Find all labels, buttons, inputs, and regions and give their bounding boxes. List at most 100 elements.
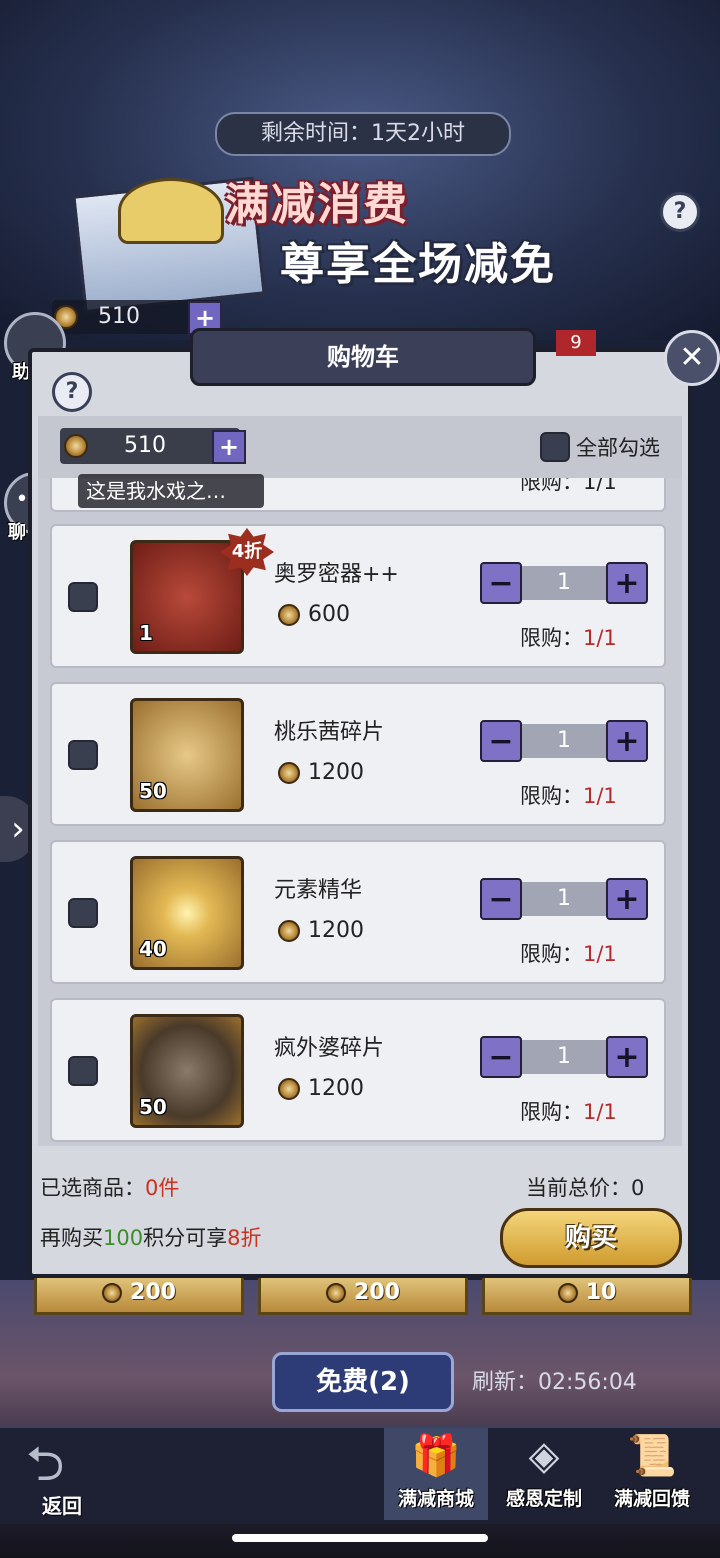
purchase-limit: 限购：1/1 — [520, 780, 617, 810]
limit-value: 1/1 — [583, 626, 617, 650]
list-item: 40 元素精华 1200 − 1 + 限购：1/1 — [50, 840, 666, 984]
quantity-value: 1 — [522, 724, 606, 758]
item-checkbox[interactable] — [68, 1056, 98, 1086]
limit-value: 1/1 — [583, 784, 617, 808]
quantity-value: 1 — [522, 882, 606, 916]
item-image[interactable]: 50 — [130, 1014, 244, 1128]
increase-button[interactable]: + — [606, 878, 648, 920]
item-count: 40 — [139, 937, 167, 961]
item-name: 元素精华 — [274, 878, 363, 903]
item-checkbox[interactable] — [68, 740, 98, 770]
limit-value: 1/1 — [583, 1100, 617, 1124]
item-price-value: 600 — [308, 602, 350, 627]
coin-icon — [326, 1283, 347, 1303]
item-price: 1200 — [278, 1076, 364, 1101]
quantity-value: 1 — [522, 566, 606, 600]
item-count: 1 — [139, 621, 153, 645]
tab-manjian-shop[interactable]: 🎁 满减商城 — [384, 1428, 488, 1520]
coin-icon — [278, 1078, 300, 1100]
item-image[interactable]: 50 — [130, 698, 244, 812]
list-item: 50 疯外婆碎片 1200 − 1 + 限购：1/1 — [50, 998, 666, 1142]
select-all-label: 全部勾选 — [576, 436, 660, 460]
limit-label: 限购： — [520, 942, 583, 966]
promo-prefix: 再购买 — [40, 1226, 103, 1250]
coin-icon — [278, 920, 300, 942]
item-price-value: 1200 — [308, 1076, 364, 1101]
shop-card-price-value: 200 — [130, 1280, 176, 1305]
quantity-stepper: − 1 + — [480, 1036, 648, 1080]
increase-button[interactable]: + — [606, 720, 648, 762]
shop-card-price: 200 — [34, 1278, 244, 1315]
item-image[interactable]: 1 — [130, 540, 244, 654]
promo-discount: 8折 — [227, 1226, 262, 1250]
limit-label: 限购： — [520, 626, 583, 650]
selected-value: 0件 — [145, 1176, 180, 1200]
limit-value: 1/1 — [583, 942, 617, 966]
item-price: 1200 — [278, 760, 364, 785]
back-icon[interactable]: ⮌ — [26, 1436, 64, 1492]
item-price: 600 — [278, 602, 350, 627]
tab-label: 满减回馈 — [613, 1488, 690, 1510]
coin-icon — [278, 604, 300, 626]
item-checkbox[interactable] — [68, 898, 98, 928]
banner-currency-amount: 510 — [98, 304, 140, 329]
banner-title-line1: 满减消费 — [225, 179, 409, 230]
partial-limit: 限购：1/1 — [520, 478, 617, 494]
quantity-value: 1 — [522, 1040, 606, 1074]
cart-currency-amount: 510 — [124, 433, 166, 458]
tab-label: 感恩定制 — [505, 1488, 582, 1510]
shop-card-price: 200 — [258, 1278, 468, 1315]
increase-button[interactable]: + — [606, 562, 648, 604]
total-label: 当前总价： — [526, 1176, 631, 1200]
shop-card-price: 10 — [482, 1278, 692, 1315]
item-price-value: 1200 — [308, 760, 364, 785]
notification-badge: 9 — [556, 330, 596, 356]
cart-add-currency-button[interactable]: + — [212, 430, 246, 464]
item-price: 1200 — [278, 918, 364, 943]
cart-help-icon[interactable]: ? — [52, 372, 92, 412]
decrease-button[interactable]: − — [480, 720, 522, 762]
tab-label: 满减商城 — [397, 1488, 474, 1510]
quantity-stepper: − 1 + — [480, 878, 648, 922]
list-item: 1 4折 奥罗密器++ 600 − 1 + 限购：1/1 — [50, 524, 666, 668]
list-item: 50 桃乐茜碎片 1200 − 1 + 限购：1/1 — [50, 682, 666, 826]
increase-button[interactable]: + — [606, 1036, 648, 1078]
item-name: 桃乐茜碎片 — [274, 720, 385, 745]
total-price: 当前总价：0 — [526, 1172, 644, 1202]
promo-points: 100 — [103, 1226, 144, 1250]
ribbon-icon — [118, 178, 224, 244]
chat-preview[interactable]: 这是我水戏之… — [78, 474, 264, 508]
promo-text: 再购买100积分可享8折 — [40, 1222, 261, 1252]
promo-middle: 积分可享 — [143, 1226, 228, 1250]
selected-label: 已选商品： — [40, 1176, 145, 1200]
buy-button[interactable]: 购买 — [500, 1208, 682, 1268]
scroll-icon: 📜 — [627, 1433, 677, 1479]
decrease-button[interactable]: − — [480, 878, 522, 920]
decrease-button[interactable]: − — [480, 562, 522, 604]
item-image[interactable]: 40 — [130, 856, 244, 970]
item-checkbox[interactable] — [68, 582, 98, 612]
tab-manjian-feedback[interactable]: 📜 满减回馈 — [600, 1428, 704, 1520]
select-all-checkbox[interactable] — [540, 432, 570, 462]
decrease-button[interactable]: − — [480, 1036, 522, 1078]
gift-icon: 🎁 — [411, 1433, 461, 1479]
purchase-limit: 限购：1/1 — [520, 1096, 617, 1126]
limit-label: 限购： — [520, 1100, 583, 1124]
limit-label: 限购： — [520, 784, 583, 808]
coin-icon — [278, 762, 300, 784]
free-refresh-button[interactable]: 免费(2) — [272, 1352, 454, 1412]
purchase-limit: 限购：1/1 — [520, 938, 617, 968]
banner-help-icon[interactable]: ? — [660, 192, 700, 232]
home-indicator[interactable] — [232, 1534, 488, 1542]
item-price-value: 1200 — [308, 918, 364, 943]
cart-item-list[interactable]: 限购：1/1 1 4折 奥罗密器++ 600 − 1 + 限购：1/1 50 桃… — [38, 478, 682, 1146]
coin-icon — [557, 1283, 578, 1303]
item-name: 奥罗密器++ — [274, 562, 399, 587]
back-button[interactable]: 返回 — [42, 1490, 82, 1519]
close-icon[interactable]: ✕ — [664, 330, 720, 386]
item-count: 50 — [139, 1095, 167, 1119]
refresh-timer: 刷新：02:56:04 — [472, 1370, 637, 1395]
treasure-icon: ◈ — [528, 1433, 560, 1479]
tab-thanks-custom[interactable]: ◈ 感恩定制 — [492, 1428, 596, 1520]
remaining-time: 剩余时间：1天2小时 — [215, 112, 511, 156]
